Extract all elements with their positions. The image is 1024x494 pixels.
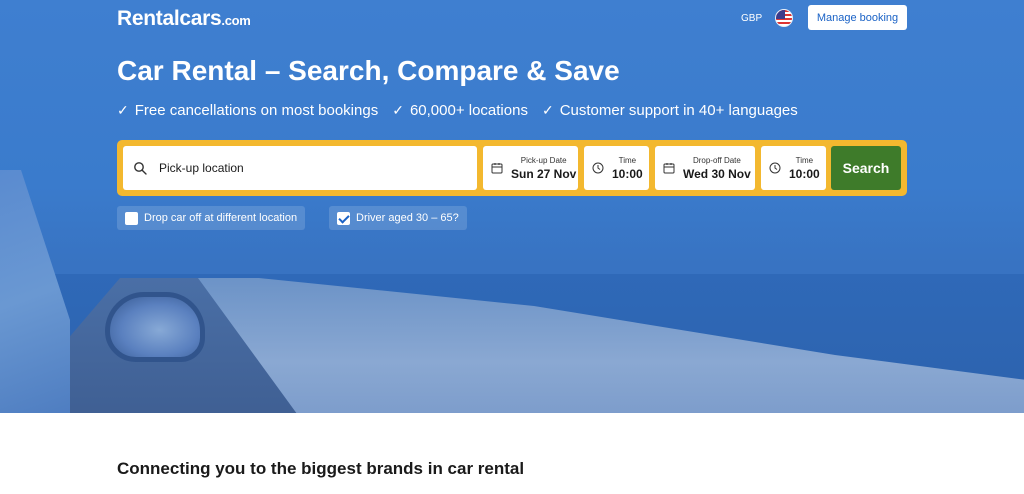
benefit-item: ✓ Customer support in 40+ languages [542,102,798,119]
benefit-label: 60,000+ locations [409,102,528,119]
calendar-icon [491,163,503,174]
site-logo[interactable]: Rentalcars.com [117,7,251,31]
search-button[interactable]: Search [831,146,901,190]
pickup-date-value: Sun 27 Nov [511,166,577,181]
pickup-date-label: Pick-up Date [520,155,567,165]
checkmark-icon: ✓ [392,102,404,118]
pickup-date-field[interactable]: Pick-up Date Sun 27 Nov [483,146,578,190]
clock-icon [769,162,781,174]
hero-banner: Rentalcars.com GBP Manage booking Car Re… [0,0,1024,413]
benefit-item: ✓ Free cancellations on most bookings [117,102,378,119]
brands-section-title: Connecting you to the biggest brands in … [117,459,525,478]
us-flag-icon[interactable] [775,9,793,27]
logo-main-text: Rentalcars [117,7,222,30]
currency-selector[interactable]: GBP [741,13,762,24]
calendar-icon [663,163,675,174]
search-form: Pick-up location Pick-up Date Sun 27 Nov… [117,140,907,196]
hero-car-pillar [0,170,70,413]
checkmark-icon: ✓ [541,102,554,118]
pickup-time-field[interactable]: Time 10:00 [584,146,649,190]
driver-age-checkbox[interactable] [337,211,350,225]
drop-different-label: Drop car off at different location [144,212,298,224]
benefits-list: ✓ Free cancellations on most bookings ✓ … [117,102,798,119]
dropoff-time-label: Time [795,155,814,165]
dropoff-time-field[interactable]: Time 10:00 [761,146,826,190]
checkmark-icon: ✓ [117,102,129,118]
pickup-time-value: 10:00 [612,166,643,181]
dropoff-time-value: 10:00 [789,166,820,181]
benefit-label: Customer support in 40+ languages [559,102,798,119]
page-title: Car Rental – Search, Compare & Save [117,55,620,86]
manage-booking-button[interactable]: Manage booking [808,5,907,30]
logo-suffix-text: .com [221,13,251,28]
drop-different-location-option[interactable]: Drop car off at different location [117,206,306,230]
clock-icon [592,162,604,174]
benefit-item: ✓ 60,000+ locations [392,102,528,119]
pickup-time-label: Time [618,155,637,165]
pickup-location-placeholder: Pick-up location [159,161,244,175]
pickup-location-input[interactable]: Pick-up location [123,146,477,190]
drop-different-checkbox[interactable] [125,211,138,225]
search-icon [134,162,147,175]
benefit-label: Free cancellations on most bookings [134,102,379,119]
driver-age-option[interactable]: Driver aged 30 – 65? [329,206,467,230]
driver-age-label: Driver aged 30 – 65? [356,212,459,224]
dropoff-date-value: Wed 30 Nov [683,166,751,181]
hero-car-mirror [105,292,205,362]
dropoff-date-field[interactable]: Drop-off Date Wed 30 Nov [655,146,755,190]
dropoff-date-label: Drop-off Date [692,155,741,165]
